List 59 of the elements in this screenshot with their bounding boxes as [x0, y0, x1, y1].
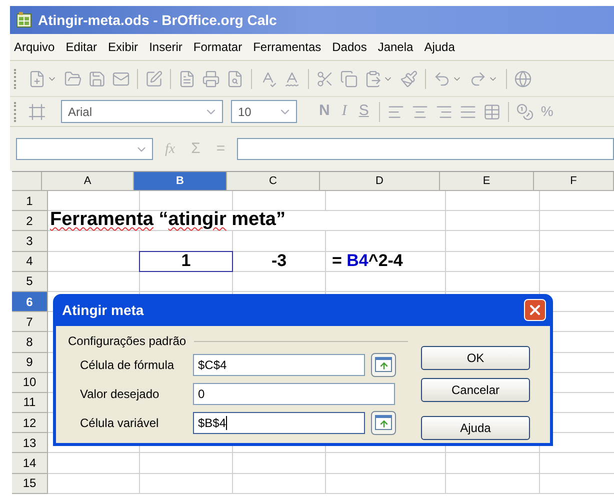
dialog-button[interactable]: OK: [421, 346, 530, 370]
arrow-up-icon: [378, 360, 388, 370]
name-box[interactable]: [16, 138, 153, 160]
field-label: Célula de fórmula: [80, 356, 176, 374]
window-title: Atingir-meta.ods - BrOffice.org Calc: [38, 10, 277, 30]
spreadsheet-icon: [16, 12, 32, 28]
row-header[interactable]: 10: [12, 372, 48, 393]
selected-cell[interactable]: 1: [139, 250, 233, 272]
row-header[interactable]: 9: [12, 352, 48, 373]
formula-text: = B4^2-4: [332, 252, 403, 271]
row-header[interactable]: 15: [12, 474, 48, 494]
row-header[interactable]: 13: [12, 433, 48, 454]
column-header[interactable]: D: [320, 172, 440, 191]
row-header[interactable]: 5: [12, 272, 48, 292]
menu-item[interactable]: Ajuda: [424, 38, 455, 56]
row-header[interactable]: 6: [12, 292, 48, 312]
font-size-field[interactable]: 10: [231, 100, 297, 123]
column-header[interactable]: E: [440, 172, 534, 191]
grid-cell[interactable]: -3: [233, 252, 326, 272]
field-label: Célula variável: [80, 414, 160, 432]
row-header[interactable]: 2: [12, 211, 48, 232]
column-header[interactable]: A: [42, 172, 134, 191]
shrink-button[interactable]: [371, 352, 396, 376]
menu-item[interactable]: Dados: [332, 38, 367, 56]
menu-item[interactable]: Janela: [378, 38, 414, 56]
menu-item[interactable]: Arquivo: [14, 38, 55, 56]
grid-cell[interactable]: Ferramenta “atingir meta”: [48, 211, 326, 232]
font-name-field[interactable]: Arial: [61, 100, 223, 123]
column-header[interactable]: F: [534, 172, 614, 191]
input-field[interactable]: 0: [193, 382, 395, 404]
grid-cell[interactable]: = B4^2-4: [326, 252, 446, 272]
dialog-button[interactable]: Ajuda: [421, 416, 530, 440]
column-header[interactable]: C: [227, 172, 320, 191]
menu-item[interactable]: Exibir: [108, 38, 138, 56]
row-header[interactable]: 8: [12, 332, 48, 352]
input-field[interactable]: $B$4: [193, 412, 365, 434]
arrow-up-icon: [378, 418, 388, 428]
shrink-button[interactable]: [371, 410, 396, 434]
field-label: Valor desejado: [80, 386, 160, 402]
column-header[interactable]: B: [134, 172, 227, 191]
menu-item[interactable]: Inserir: [149, 38, 182, 56]
dialog-title: Atingir meta: [62, 300, 144, 320]
menu-item[interactable]: Editar: [66, 38, 98, 56]
dialog-button[interactable]: Cancelar: [421, 378, 530, 402]
row-header[interactable]: 1: [12, 191, 48, 212]
row-header[interactable]: 14: [12, 453, 48, 474]
sheet-heading: Ferramenta “atingir meta”: [50, 210, 286, 230]
menu-item[interactable]: Ferramentas: [253, 38, 322, 56]
row-header[interactable]: 12: [12, 413, 48, 434]
row-header[interactable]: 7: [12, 312, 48, 332]
menu-item[interactable]: Formatar: [193, 38, 242, 56]
group-label: Configurações padrão: [68, 333, 186, 350]
input-field[interactable]: $C$4: [193, 354, 365, 376]
row-header[interactable]: 3: [12, 231, 48, 252]
close-button[interactable]: [524, 299, 546, 321]
row-header[interactable]: 4: [12, 252, 48, 272]
formula-input-field[interactable]: [237, 138, 614, 160]
row-header[interactable]: 11: [12, 392, 48, 414]
close-icon: [527, 302, 543, 318]
